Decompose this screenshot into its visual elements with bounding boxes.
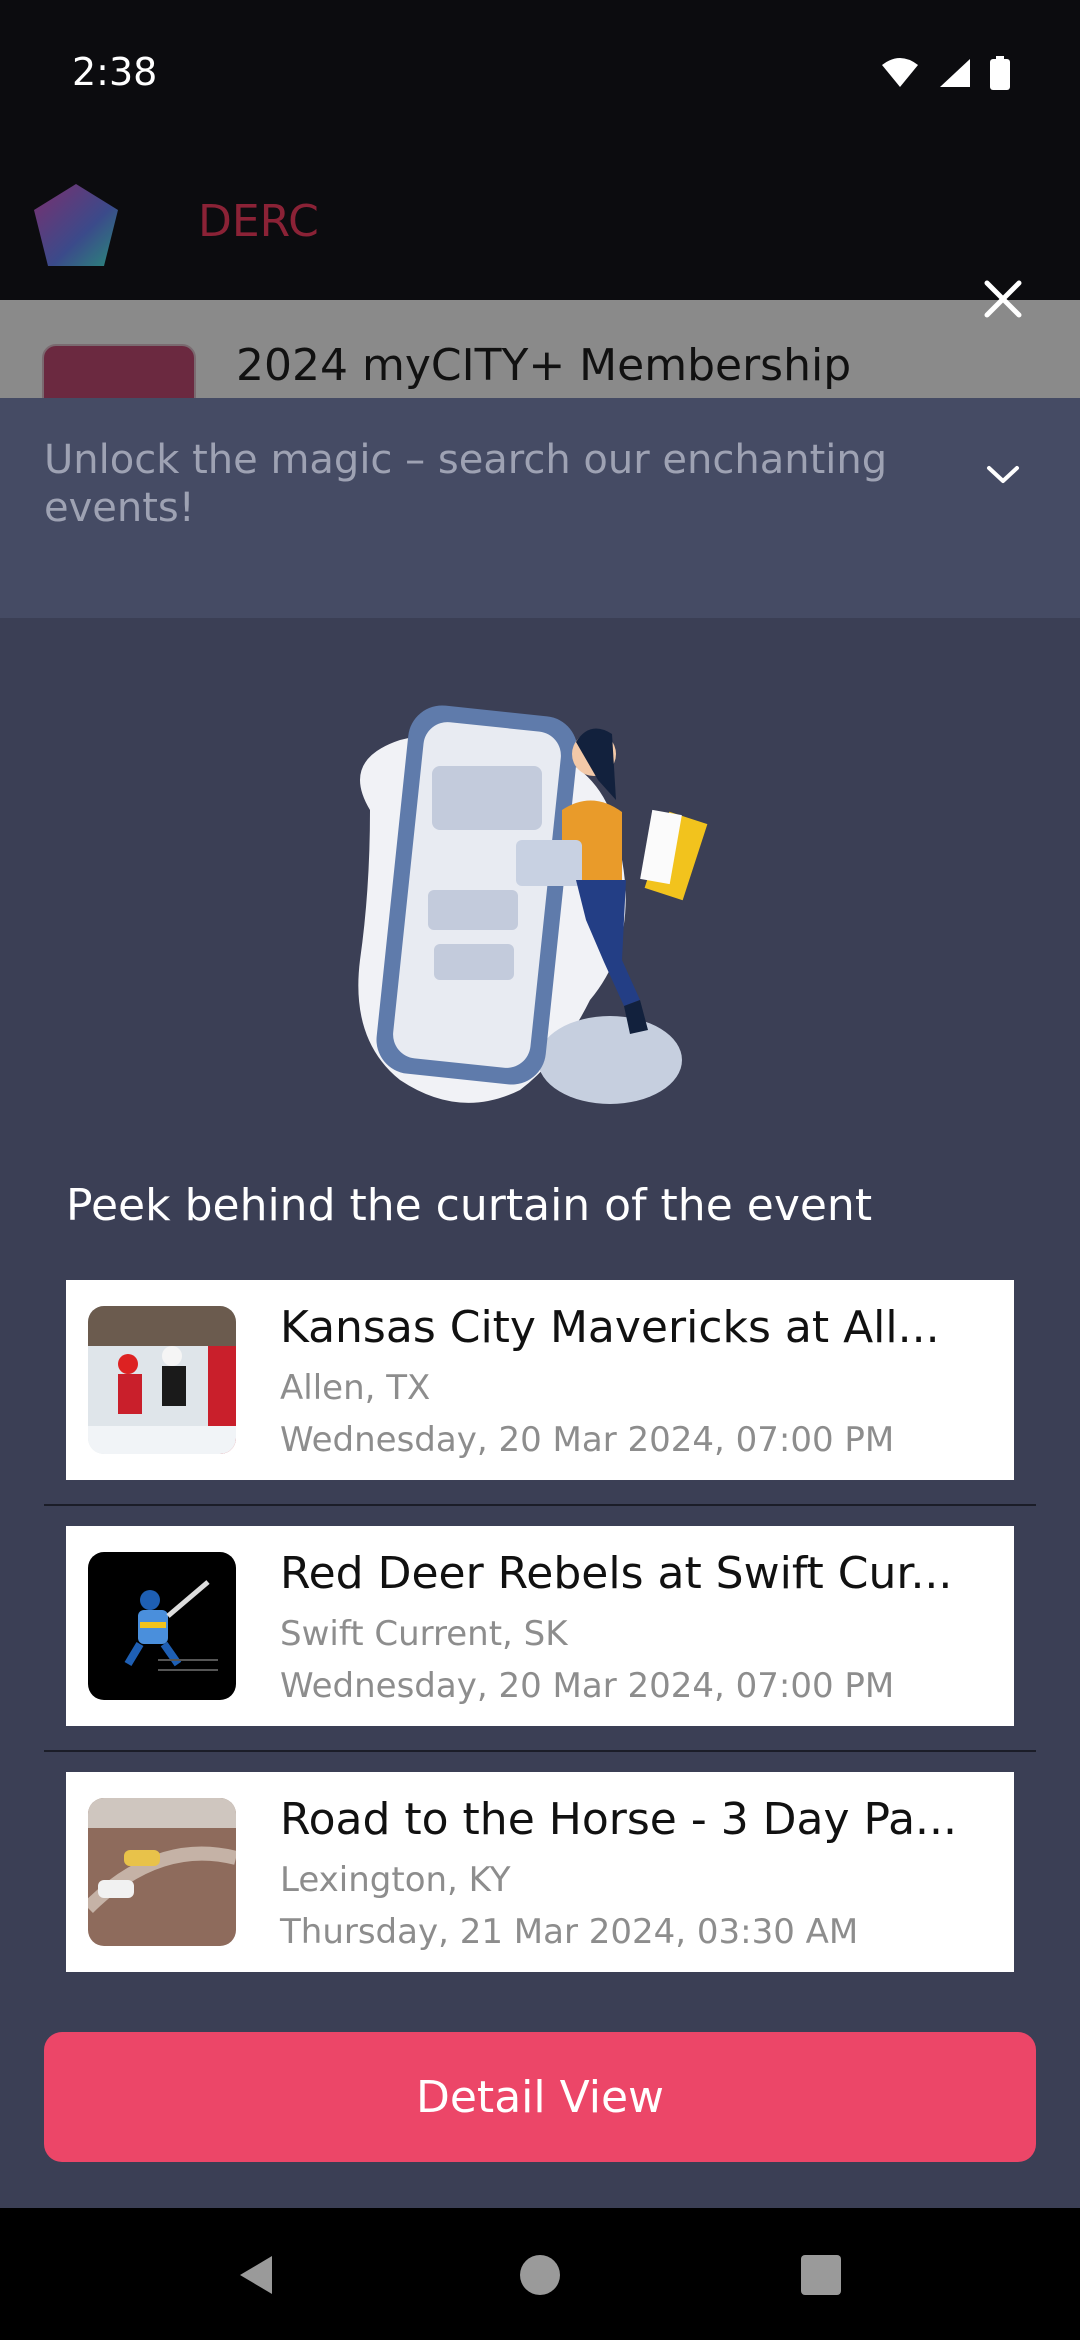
- detail-view-button[interactable]: Detail View: [44, 2032, 1036, 2162]
- event-thumbnail: [88, 1552, 236, 1700]
- status-time: 2:38: [72, 50, 158, 94]
- event-location: Allen, TX: [280, 1368, 431, 1408]
- navigation-bar: [0, 2208, 1080, 2340]
- background-item-title: 2024 myCITY+ Membership: [236, 340, 852, 391]
- chevron-down-icon[interactable]: [978, 450, 1028, 500]
- event-date: Thursday, 21 Mar 2024, 03:30 AM: [280, 1912, 859, 1952]
- wifi-icon: [882, 58, 918, 87]
- event-card[interactable]: Road to the Horse - 3 Day Pa... Lexingto…: [66, 1772, 1014, 1972]
- status-bar: 2:38: [0, 0, 1080, 150]
- app-name: DERC: [198, 196, 319, 247]
- event-date: Wednesday, 20 Mar 2024, 07:00 PM: [280, 1666, 895, 1706]
- app-logo-icon: [34, 184, 118, 266]
- divider: [44, 1504, 1036, 1506]
- event-name: Kansas City Mavericks at All...: [280, 1302, 940, 1353]
- close-button[interactable]: [966, 262, 1040, 336]
- event-thumbnail: [88, 1306, 236, 1454]
- status-icons: [880, 56, 1010, 90]
- search-prompt: Unlock the magic – search our enchanting…: [44, 437, 888, 531]
- event-card[interactable]: Red Deer Rebels at Swift Cur... Swift Cu…: [66, 1526, 1014, 1726]
- signal-icon: [940, 59, 970, 87]
- event-location: Swift Current, SK: [280, 1614, 568, 1654]
- divider: [44, 1750, 1036, 1752]
- app-header: DERC: [0, 150, 1080, 300]
- recents-icon[interactable]: [796, 2250, 846, 2300]
- search-bar[interactable]: Unlock the magic – search our enchanting…: [0, 398, 1080, 618]
- section-title: Peek behind the curtain of the event: [66, 1180, 873, 1231]
- background-item: 2024 myCITY+ Membership: [0, 300, 1080, 418]
- event-name: Red Deer Rebels at Swift Cur...: [280, 1548, 953, 1599]
- back-icon[interactable]: [232, 2250, 282, 2300]
- event-location: Lexington, KY: [280, 1860, 511, 1900]
- illustration-image: [358, 705, 708, 1104]
- home-icon[interactable]: [515, 2250, 565, 2300]
- event-card[interactable]: Kansas City Mavericks at All... Allen, T…: [66, 1280, 1014, 1480]
- event-date: Wednesday, 20 Mar 2024, 07:00 PM: [280, 1420, 895, 1460]
- close-icon: [984, 280, 1022, 318]
- event-thumbnail: [88, 1798, 236, 1946]
- event-name: Road to the Horse - 3 Day Pa...: [280, 1794, 958, 1845]
- battery-icon: [990, 56, 1010, 90]
